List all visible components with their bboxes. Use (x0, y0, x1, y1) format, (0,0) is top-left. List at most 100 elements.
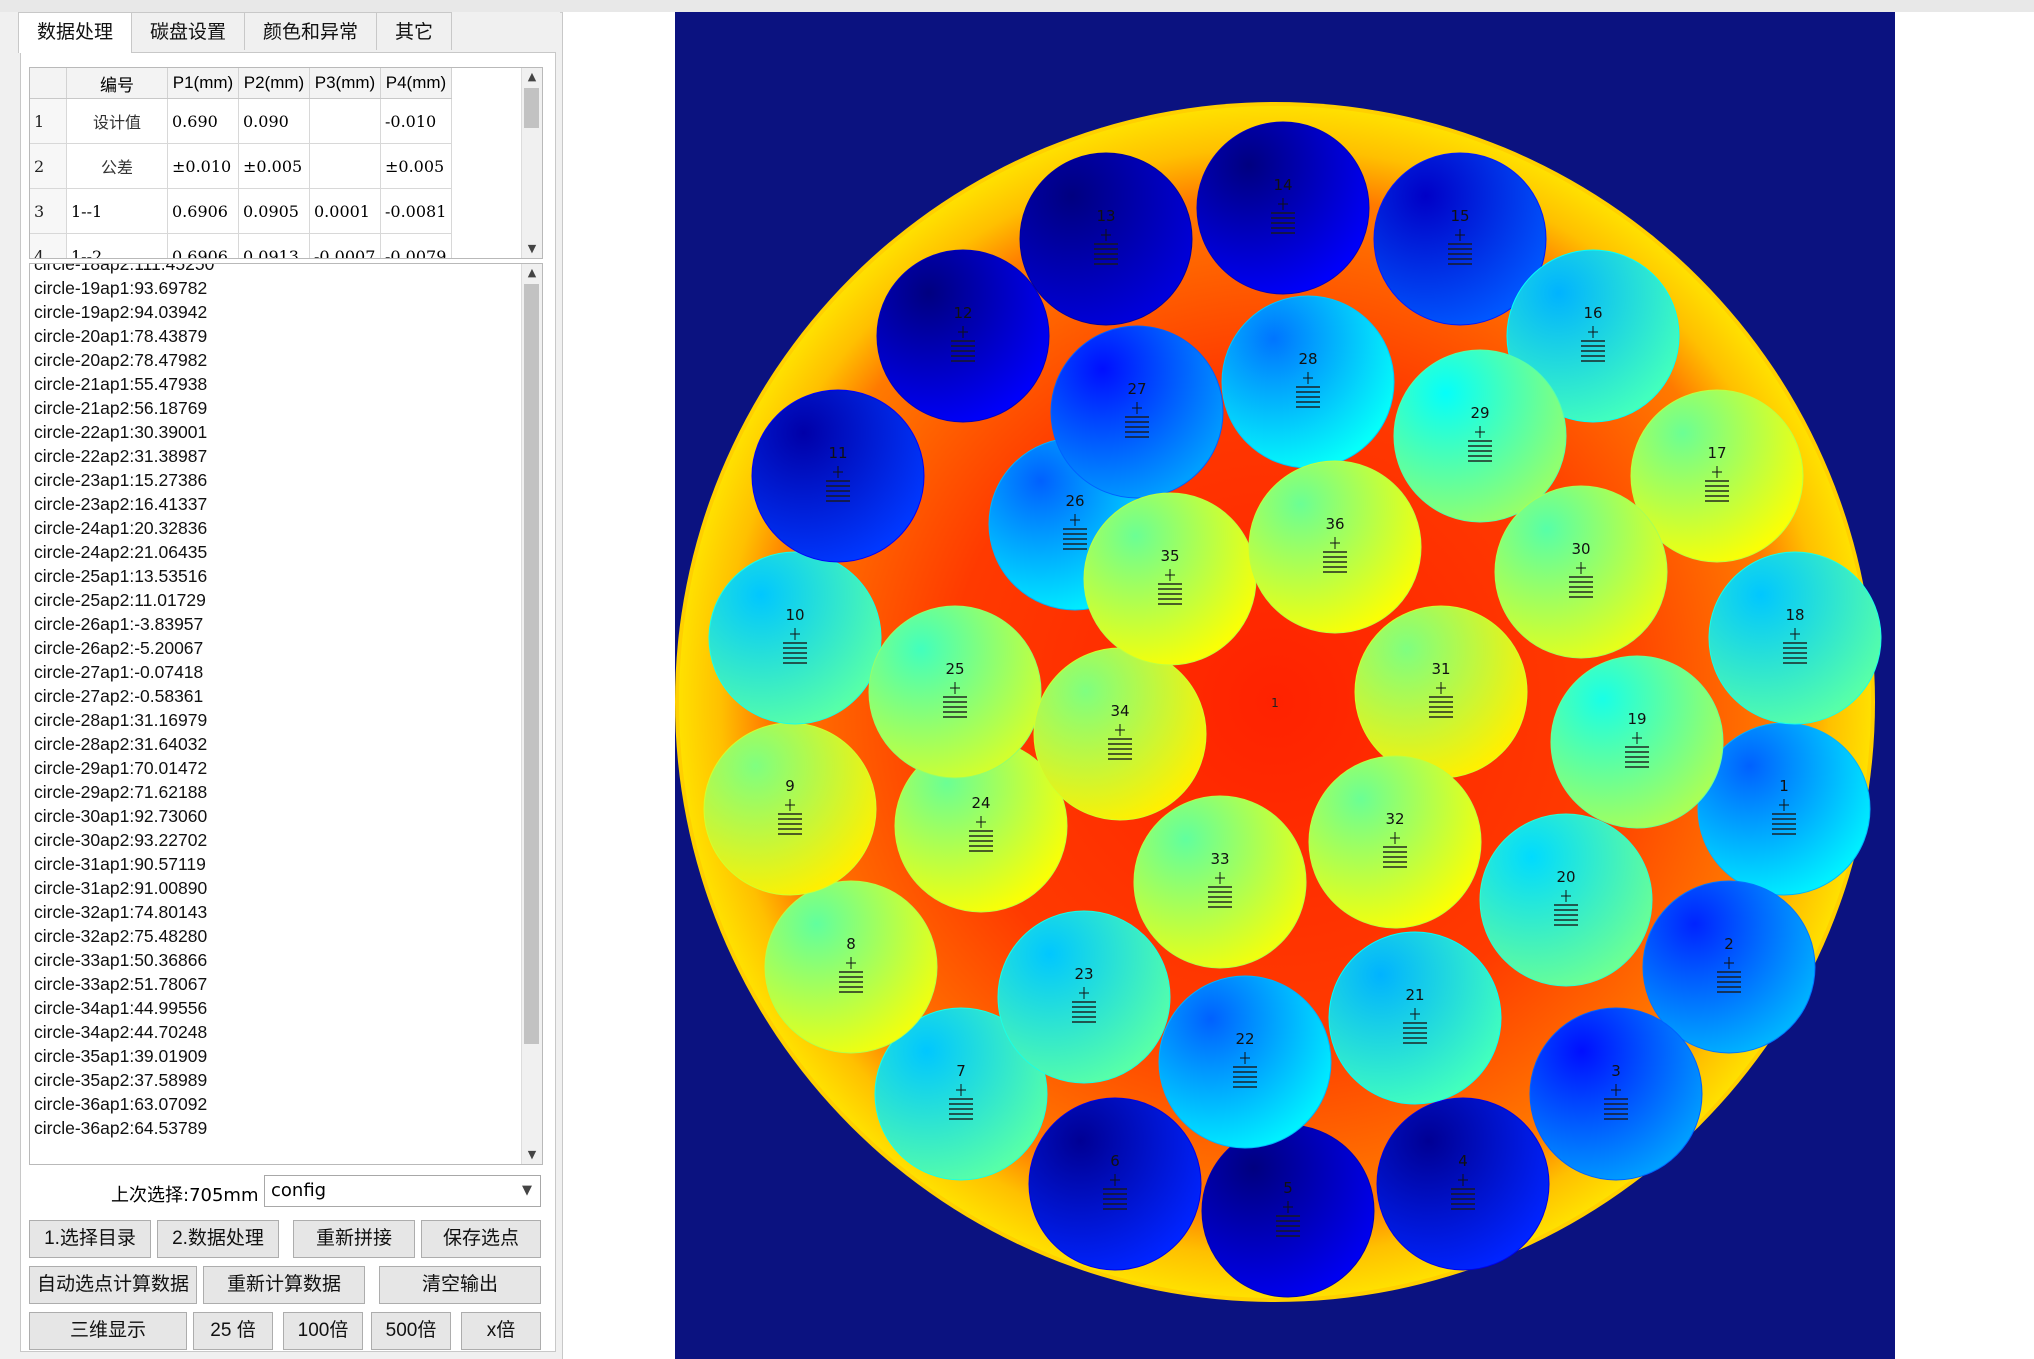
data-table[interactable]: 编号 P1(mm) P2(mm) P3(mm) P4(mm) 1 设计值 0.690… (29, 67, 543, 259)
table-cell[interactable] (309, 98, 381, 144)
table-header-row: 编号 P1(mm) P2(mm) P3(mm) P4(mm) (30, 68, 452, 99)
table-cell[interactable]: 0.0913 (238, 233, 310, 258)
table-cell[interactable]: 0.6906 (167, 188, 239, 234)
log-line: circle-20ap2:78.47982 (34, 350, 208, 370)
wafer-circle-18[interactable]: 18 (1708, 551, 1882, 725)
wafer-circle-11[interactable]: 11 (751, 389, 925, 563)
table-row[interactable]: 2 公差 ±0.010 ±0.005 ±0.005 (30, 143, 452, 189)
table-cell[interactable]: 1--1 (66, 188, 168, 234)
wafer-circle-36[interactable]: 36 (1248, 460, 1422, 634)
row-number-cell[interactable]: 2 (30, 143, 67, 189)
zoom-100-button[interactable]: 100倍 (283, 1312, 363, 1350)
table-cell[interactable]: 0.090 (238, 98, 310, 144)
process-data-button[interactable]: 2.数据处理 (157, 1220, 279, 1258)
wafer-circle-1[interactable]: 1 (1697, 722, 1871, 896)
row-number-cell[interactable]: 1 (30, 98, 67, 144)
table-header-cell[interactable]: 编号 (66, 68, 168, 99)
wafer-circle-6[interactable]: 6 (1028, 1097, 1202, 1271)
table-row[interactable]: 1 设计值 0.690 0.090 -0.010 (30, 98, 452, 144)
wafer-circle-8[interactable]: 8 (764, 880, 938, 1054)
wafer-circle-4[interactable]: 4 (1376, 1097, 1550, 1271)
wafer-circle-label: 2 (1724, 935, 1734, 953)
wafer-circle-10[interactable]: 10 (708, 551, 882, 725)
log-line: circle-31ap1:90.57119 (34, 854, 206, 874)
table-header-cell[interactable]: P1(mm) (167, 68, 239, 99)
wafer-circle-22[interactable]: 22 (1158, 975, 1332, 1149)
zoom-25-button[interactable]: 25 倍 (193, 1312, 273, 1350)
table-cell[interactable]: 0.690 (167, 98, 239, 144)
scroll-down-icon[interactable]: ▼ (522, 240, 542, 258)
scroll-down-icon[interactable]: ▼ (522, 1146, 542, 1164)
table-row[interactable]: 4 1--2 0.6906 0.0913 -0.0007 -0.0079 (30, 233, 452, 258)
wafer-circle-33[interactable]: 33 (1133, 795, 1307, 969)
table-cell[interactable]: -0.0081 (380, 188, 452, 234)
wafer-circle-23[interactable]: 23 (997, 910, 1171, 1084)
wafer-circle-5[interactable]: 5 (1201, 1124, 1375, 1298)
wafer-circle-label: 13 (1096, 207, 1115, 225)
tab-other[interactable]: 其它 (376, 12, 453, 50)
zoom-x-button[interactable]: x倍 (461, 1312, 541, 1350)
wafer-circle-label: 28 (1298, 350, 1317, 368)
recalculate-button[interactable]: 重新计算数据 (203, 1266, 365, 1304)
table-cell[interactable]: ±0.010 (167, 143, 239, 189)
wafer-circle-13[interactable]: 13 (1019, 152, 1193, 326)
wafer-circle-25[interactable]: 25 (868, 605, 1042, 779)
wafer-circle-27[interactable]: 27 (1050, 325, 1224, 499)
wafer-circle-30[interactable]: 30 (1494, 485, 1668, 659)
table-cell[interactable]: 0.0001 (309, 188, 381, 234)
wafer-circle-21[interactable]: 21 (1328, 931, 1502, 1105)
select-directory-button[interactable]: 1.选择目录 (29, 1220, 151, 1258)
table-row[interactable]: 3 1--1 0.6906 0.0905 0.0001 -0.0081 (30, 188, 452, 234)
tab-data-processing[interactable]: 数据处理 (18, 12, 133, 53)
log-line: circle-24ap2:21.06435 (34, 542, 208, 562)
wafer-circle-19[interactable]: 19 (1550, 655, 1724, 829)
wafer-circle-35[interactable]: 35 (1083, 492, 1257, 666)
table-cell[interactable]: 设计值 (66, 98, 168, 144)
table-cell[interactable] (309, 143, 381, 189)
tab-colors-and-anomalies[interactable]: 颜色和异常 (244, 12, 378, 50)
chevron-down-icon[interactable]: ▼ (522, 1176, 532, 1206)
config-select[interactable]: config ▼ (264, 1175, 541, 1207)
table-cell[interactable]: 公差 (66, 143, 168, 189)
tab-platter-settings[interactable]: 碳盘设置 (131, 12, 246, 50)
wafer-circle-31[interactable]: 31 (1354, 605, 1528, 779)
wafer-circle-12[interactable]: 12 (876, 249, 1050, 423)
table-cell[interactable]: ±0.005 (238, 143, 310, 189)
log-line: circle-19ap2:94.03942 (34, 302, 208, 322)
table-cell[interactable]: ±0.005 (380, 143, 452, 189)
scrollbar-thumb[interactable] (524, 88, 539, 128)
row-number-cell[interactable]: 3 (30, 188, 67, 234)
wafer-circle-9[interactable]: 9 (703, 722, 877, 896)
wafer-heatmap-image[interactable]: 1 1 2 3 4 5 6 7 8 9 10 11 12 13 14 15 16 17 18 19 20 21 22 23 24… (675, 12, 1895, 1359)
log-line: circle-24ap1:20.32836 (34, 518, 208, 538)
scroll-up-icon[interactable]: ▲ (522, 68, 542, 86)
wafer-circle-14[interactable]: 14 (1196, 121, 1370, 295)
table-cell[interactable]: -0.010 (380, 98, 452, 144)
wafer-circle-label: 12 (953, 304, 972, 322)
wafer-circle-20[interactable]: 20 (1479, 813, 1653, 987)
zoom-500-button[interactable]: 500倍 (371, 1312, 451, 1350)
wafer-circle-34[interactable]: 34 (1033, 647, 1207, 821)
save-points-button[interactable]: 保存选点 (421, 1220, 541, 1258)
table-cell[interactable]: 0.6906 (167, 233, 239, 258)
row-number-cell[interactable]: 4 (30, 233, 67, 258)
wafer-circle-3[interactable]: 3 (1529, 1007, 1703, 1181)
table-cell[interactable]: 1--2 (66, 233, 168, 258)
table-cell[interactable]: -0.0079 (380, 233, 452, 258)
log-scrollbar[interactable]: ▲ ▼ (521, 264, 542, 1164)
table-header-cell[interactable]: P3(mm) (309, 68, 381, 99)
table-cell[interactable]: 0.0905 (238, 188, 310, 234)
wafer-circle-32[interactable]: 32 (1308, 755, 1482, 929)
scroll-up-icon[interactable]: ▲ (522, 264, 542, 282)
output-log[interactable]: circle-18ap2:111.45250 circle-19ap1:93.69… (29, 263, 543, 1165)
table-header-cell[interactable]: P4(mm) (380, 68, 452, 99)
clear-output-button[interactable]: 清空输出 (379, 1266, 541, 1304)
scrollbar-thumb[interactable] (524, 284, 539, 1044)
table-scrollbar[interactable]: ▲ ▼ (521, 68, 542, 258)
view-3d-button[interactable]: 三维显示 (29, 1312, 187, 1350)
table-header-cell[interactable]: P2(mm) (238, 68, 310, 99)
restitch-button[interactable]: 重新拼接 (293, 1220, 415, 1258)
auto-select-calc-button[interactable]: 自动选点计算数据 (29, 1266, 197, 1304)
table-cell[interactable]: -0.0007 (309, 233, 381, 258)
wafer-circle-28[interactable]: 28 (1221, 295, 1395, 469)
